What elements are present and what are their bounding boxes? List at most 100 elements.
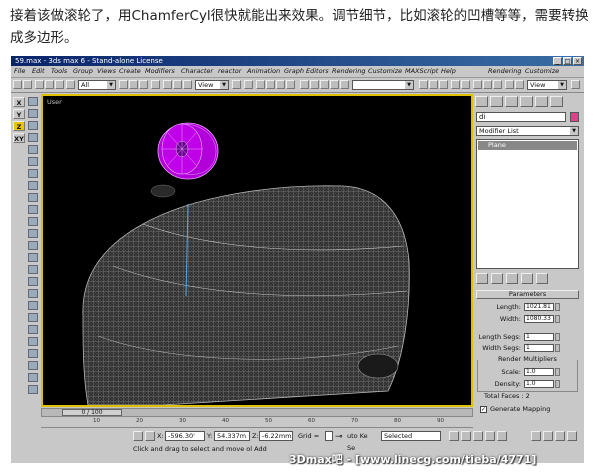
menu-modifiers[interactable]: Modifiers (145, 67, 175, 76)
tool-icon[interactable] (28, 385, 38, 394)
scale-icon[interactable] (183, 80, 192, 89)
zoom-extents-icon[interactable] (555, 431, 565, 441)
grid-field[interactable] (325, 431, 333, 441)
tool-icon[interactable] (28, 181, 38, 190)
render-icon[interactable] (515, 80, 524, 89)
object-color-swatch[interactable] (570, 112, 579, 122)
next-frame-icon[interactable] (485, 431, 495, 441)
menu-customize[interactable]: Customize (368, 67, 402, 76)
snap-icon[interactable] (256, 80, 265, 89)
reference-coordinate-dropdown[interactable]: View ▼ (195, 80, 229, 90)
manipulate-icon[interactable] (244, 80, 253, 89)
density-spinner[interactable] (555, 380, 560, 388)
move-icon[interactable] (163, 80, 172, 89)
tool-icon[interactable] (28, 313, 38, 322)
quick-render-icon[interactable] (439, 80, 448, 89)
modifier-list-dropdown[interactable]: Modifier List ▼ (476, 126, 579, 136)
remove-modifier-icon[interactable] (521, 273, 533, 284)
tool-icon[interactable] (28, 169, 38, 178)
length-segs-input[interactable]: 1 (524, 333, 554, 341)
select-by-name-icon[interactable] (129, 80, 138, 89)
menu-create[interactable]: Create (119, 67, 141, 76)
modify-tab-icon[interactable] (490, 96, 503, 107)
tool-icon[interactable] (28, 133, 38, 142)
go-to-end-icon[interactable] (497, 431, 507, 441)
auto-key-button[interactable]: uto Ke (347, 431, 368, 441)
link-icon[interactable] (35, 80, 44, 89)
named-selection-icon[interactable] (300, 80, 309, 89)
configure-sets-icon[interactable] (536, 273, 548, 284)
minimize-icon[interactable]: _ (553, 57, 562, 65)
z-coord-field[interactable]: -6.22mm (259, 431, 293, 441)
utilities-tab-icon[interactable] (550, 96, 563, 107)
layer-icon[interactable] (330, 80, 339, 89)
tool-icon[interactable] (28, 241, 38, 250)
menu-edit[interactable]: Edit (32, 67, 45, 76)
y-coord-field[interactable]: 54.337m (214, 431, 250, 441)
motion-tab-icon[interactable] (520, 96, 533, 107)
width-segs-input[interactable]: 1 (524, 344, 554, 352)
menu-right-rendering[interactable]: Rendering (488, 67, 521, 76)
pin-stack-icon[interactable] (476, 273, 488, 284)
tool-icon[interactable] (28, 205, 38, 214)
menu-character[interactable]: Character (181, 67, 213, 76)
tool-icon[interactable] (28, 325, 38, 334)
close-icon[interactable]: × (573, 57, 582, 65)
zoom-all-icon[interactable] (543, 431, 553, 441)
density-input[interactable]: 1.0 (524, 380, 554, 388)
named-selection-sets-dropdown[interactable]: ▼ (352, 80, 414, 90)
hierarchy-tab-icon[interactable] (505, 96, 518, 107)
render-type-icon[interactable] (505, 80, 514, 89)
teapot-icon[interactable] (451, 80, 460, 89)
tool-icon[interactable] (28, 229, 38, 238)
tool-icon[interactable] (28, 361, 38, 370)
redo-icon[interactable] (23, 80, 32, 89)
percent-snap-icon[interactable] (276, 80, 285, 89)
menu-graph-editors[interactable]: Graph Editors (284, 67, 329, 76)
show-end-result-icon[interactable] (491, 273, 503, 284)
pan-icon[interactable] (567, 431, 577, 441)
menu-rendering[interactable]: Rendering (332, 67, 365, 76)
window-crossing-icon[interactable] (151, 80, 160, 89)
rotate-icon[interactable] (173, 80, 182, 89)
display-tab-icon[interactable] (535, 96, 548, 107)
menu-maxscript[interactable]: MAXScript (405, 67, 438, 76)
prev-frame-icon[interactable] (461, 431, 471, 441)
pivot-icon[interactable] (232, 80, 241, 89)
select-object-icon[interactable] (119, 80, 128, 89)
undo-icon[interactable] (13, 80, 22, 89)
tool-icon[interactable] (28, 217, 38, 226)
tool-icon[interactable] (28, 373, 38, 382)
axis-z-button[interactable]: Z (13, 121, 25, 131)
tool-icon[interactable] (28, 337, 38, 346)
user-viewport[interactable]: User (41, 94, 473, 407)
time-slider[interactable]: 0 / 100 (62, 409, 122, 416)
tool-icon[interactable] (28, 301, 38, 310)
select-icon[interactable] (66, 80, 75, 89)
key-icon[interactable]: ⊸ (335, 432, 343, 442)
track-bar[interactable]: 10 20 30 40 50 60 70 80 90 (41, 418, 473, 428)
length-segs-spinner[interactable] (555, 333, 560, 341)
tool-icon[interactable] (28, 109, 38, 118)
axis-x-button[interactable]: X (13, 97, 25, 107)
length-input[interactable]: 1021.81 (524, 303, 554, 311)
menu-tools[interactable]: Tools (51, 67, 67, 76)
mirror-icon[interactable] (310, 80, 319, 89)
region-select-icon[interactable] (139, 80, 148, 89)
tool-icon[interactable] (28, 145, 38, 154)
axis-y-button[interactable]: Y (13, 109, 25, 119)
menu-right-customize[interactable]: Customize (525, 67, 559, 76)
menu-views[interactable]: Views (97, 67, 116, 76)
render-scene-icon[interactable] (429, 80, 438, 89)
go-to-start-icon[interactable] (449, 431, 459, 441)
selection-filter-dropdown[interactable]: All ▼ (78, 80, 116, 90)
scale-spinner[interactable] (555, 368, 560, 376)
sphere-icon[interactable] (461, 80, 470, 89)
tool-icon[interactable] (28, 349, 38, 358)
menu-reactor[interactable]: reactor (218, 67, 241, 76)
key-filter-dropdown[interactable]: Selected (381, 431, 441, 441)
viewport-label[interactable]: User (47, 98, 62, 106)
x-coord-field[interactable]: -596.30' (165, 431, 205, 441)
width-segs-spinner[interactable] (555, 344, 560, 352)
make-unique-icon[interactable] (506, 273, 518, 284)
